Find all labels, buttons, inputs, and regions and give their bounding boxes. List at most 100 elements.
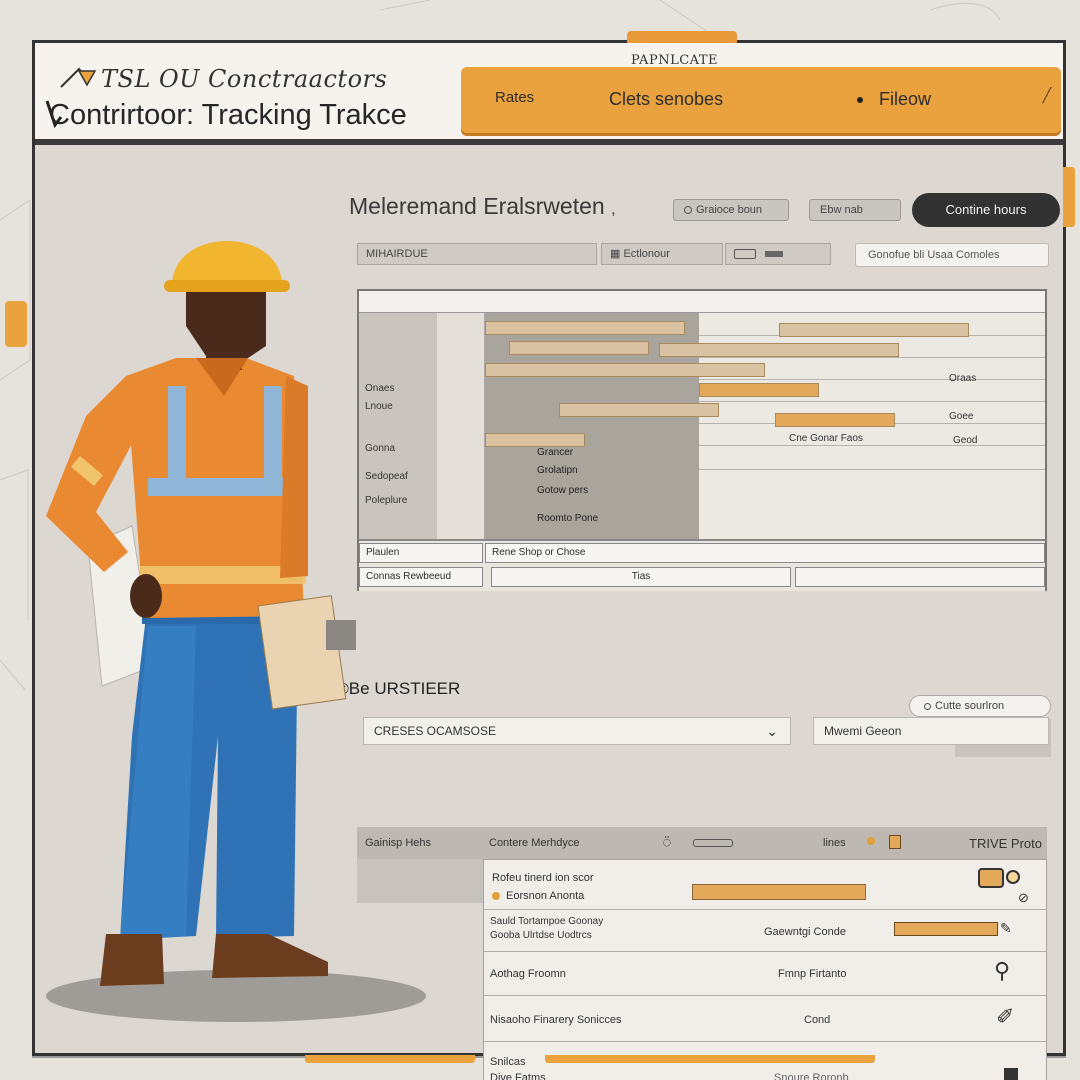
search-input[interactable]: Gonofue bli Usaa Comoles xyxy=(855,243,1049,267)
grid-icon: ▦ xyxy=(610,248,624,260)
footer-cell xyxy=(795,567,1045,587)
mid-label: Grancer xyxy=(537,447,574,458)
nav-item-rates[interactable]: Rates xyxy=(495,89,534,106)
filter-pill-1-label: Graioce boun xyxy=(696,204,763,216)
row-name: Aothag Froomn xyxy=(490,968,566,980)
services-table-header: Gainisp Hehs Contere Merhdyce ⍥ lines TR… xyxy=(357,827,1047,859)
row-mid: Fmnp Firtanto xyxy=(778,968,847,980)
left-resize-handle[interactable] xyxy=(5,301,27,347)
row-sub: Eorsnon Anonta xyxy=(506,890,585,902)
brand-name: TSL OU Conctraactors xyxy=(101,65,388,93)
timeline-label: Geod xyxy=(953,435,978,446)
main-nav: Rates Clets senobes Fileow ╱ xyxy=(461,67,1061,133)
toggle-icon xyxy=(734,249,756,260)
status-dot-icon xyxy=(867,837,875,845)
pin-icon[interactable]: ⍥ xyxy=(663,835,671,851)
toggle-icon[interactable] xyxy=(978,868,1004,888)
tool-selector[interactable]: Cutte sourlron xyxy=(909,695,1051,717)
mid-label: Roomto Pone xyxy=(537,513,599,524)
slider-icon[interactable] xyxy=(693,839,733,847)
row-mid: Cond xyxy=(804,1014,831,1026)
schedule-table-header xyxy=(359,291,1045,313)
row-name: Sauld Tortampoe Goonay xyxy=(490,916,604,927)
table-row[interactable]: Sauld Tortampoe Goonay Gooba Ulrtdse Uod… xyxy=(484,910,1046,952)
gantt-bar[interactable] xyxy=(485,363,765,377)
filter-pill-2[interactable]: Ebw nab xyxy=(809,199,901,221)
user-name-field[interactable]: Mwemi Geeon xyxy=(813,717,1049,745)
filter-cell-secondary[interactable]: ▦ Ectlonour xyxy=(601,243,723,265)
row-name: Nisaoho Finarery Sonicces xyxy=(490,1014,622,1026)
link-icon[interactable]: ⊘ xyxy=(1018,890,1029,906)
pin-icon[interactable] xyxy=(1004,1068,1018,1080)
worker-boot-left xyxy=(100,934,164,986)
knob-icon[interactable] xyxy=(1006,870,1020,884)
column-header: TRIVE Proto xyxy=(969,836,1042,851)
timeline-label: Goee xyxy=(949,411,974,422)
timeline-label: Oraas xyxy=(949,373,977,384)
mid-label: Grolatipn xyxy=(537,465,578,476)
nav-scroll-icon[interactable]: ╱ xyxy=(1043,87,1051,104)
worker-hand xyxy=(130,574,162,618)
continue-hours-button[interactable]: Contine hours xyxy=(912,193,1060,227)
popular-label: PAPNLCATE xyxy=(631,53,718,68)
hard-hat-icon xyxy=(172,241,282,286)
grid-line xyxy=(699,445,1045,446)
gantt-bar[interactable] xyxy=(559,403,719,417)
progress-bar xyxy=(692,884,866,900)
filter-cell-secondary-label: Ectlonour xyxy=(623,248,670,260)
gantt-bar[interactable] xyxy=(775,413,895,427)
gantt-bar[interactable] xyxy=(699,383,819,397)
nav-bullet-icon xyxy=(857,97,863,103)
table-row[interactable]: Aothag Froomn Fmnp Firtanto ⚲ xyxy=(484,952,1046,996)
tool-selector-label: Cutte sourlron xyxy=(935,700,1005,712)
grid-line xyxy=(699,469,1045,470)
right-resize-handle[interactable] xyxy=(1061,167,1075,227)
row-mid: Gaewntgi Conde xyxy=(764,926,846,938)
radio-icon xyxy=(924,702,931,710)
footer-cell: Rene Shop or Chose xyxy=(485,543,1045,563)
app-header: PAPNLCATE TSL OU Conctraactors Contrirto… xyxy=(35,43,1063,145)
gantt-bar[interactable] xyxy=(659,343,899,357)
page-subtitle: Contrirtoor: Tracking Trakce xyxy=(49,99,407,131)
nav-item-follow[interactable]: Fileow xyxy=(879,89,931,110)
worker-illustration xyxy=(46,241,426,1022)
gantt-bar[interactable] xyxy=(485,321,685,335)
gantt-bar[interactable] xyxy=(509,341,649,355)
status-dot-icon xyxy=(492,892,500,900)
pen-icon[interactable]: ✎ xyxy=(1000,920,1012,937)
row-name: Rofeu tinerd ion scor xyxy=(492,872,594,884)
key-icon[interactable]: ⚲ xyxy=(994,958,1010,984)
footer-cell: Tias xyxy=(491,567,791,587)
schedule-table: Onaes Lnoue Gonna Sedopeaf Poleplure Gra… xyxy=(357,289,1047,591)
grid-line xyxy=(699,357,1045,358)
bottom-tab-strip xyxy=(305,1055,1025,1063)
nav-item-clients[interactable]: Clets senobes xyxy=(609,89,723,110)
row-mid: Snoure Roronb xyxy=(774,1072,849,1080)
radio-icon xyxy=(684,206,692,215)
tool-pouch-icon xyxy=(257,595,347,710)
table-row[interactable]: Rofeu tinerd ion scor Eorsnon Anonta ⊘ xyxy=(484,860,1046,910)
table-row[interactable]: Nisaoho Finarery Sonicces Cond ✐ xyxy=(484,996,1046,1042)
filter-cell-toggle[interactable] xyxy=(725,243,831,265)
bottom-tab[interactable] xyxy=(545,1055,875,1063)
mid-label: Gotow pers xyxy=(537,485,589,496)
grid-line xyxy=(699,401,1045,402)
chevron-down-icon[interactable]: ⌄ xyxy=(766,718,778,744)
filter-pill-1[interactable]: Graioce boun xyxy=(673,199,789,221)
pencil-icon[interactable]: ✐ xyxy=(996,1004,1014,1030)
column-header: Contere Merhdyce xyxy=(489,837,580,849)
schedule-table-footer: Plaulen Rene Shop or Chose Connas Rewbee… xyxy=(359,539,1045,591)
gantt-bar[interactable] xyxy=(779,323,969,337)
tag-icon xyxy=(889,835,901,849)
slider-icon xyxy=(765,251,784,258)
gantt-bar[interactable] xyxy=(485,433,585,447)
services-table: Rofeu tinerd ion scor Eorsnon Anonta ⊘ S… xyxy=(483,859,1047,1080)
worker-boot-right xyxy=(212,934,328,978)
bottom-tab[interactable] xyxy=(305,1055,475,1063)
progress-bar xyxy=(894,922,998,936)
logo-icon xyxy=(60,67,97,88)
grid-line xyxy=(699,379,1045,380)
timeline-label: Cne Gonar Faos xyxy=(789,433,863,444)
row-sub: Dive Fatms xyxy=(490,1072,546,1080)
column-header: lines xyxy=(823,837,846,849)
